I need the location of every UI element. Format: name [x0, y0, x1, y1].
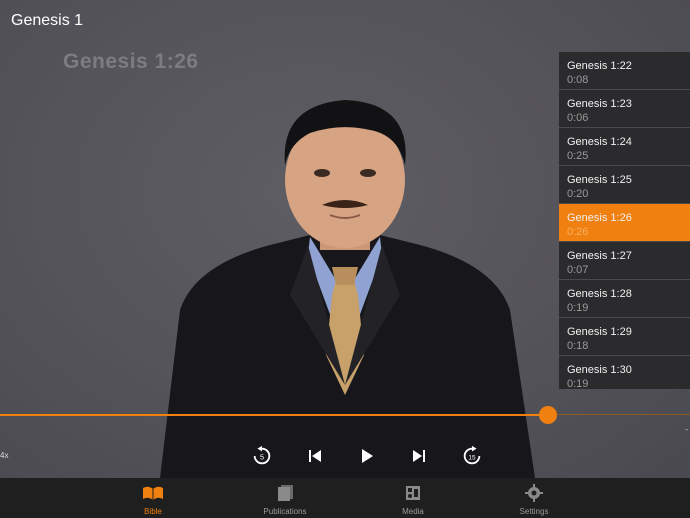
video-verse-caption: Genesis 1:26 — [63, 50, 199, 73]
progress-thumb[interactable] — [538, 406, 557, 424]
svg-text:5: 5 — [260, 453, 264, 462]
replay-5-icon: 5 — [253, 445, 271, 465]
verse-duration: 0:06 — [567, 112, 589, 124]
verse-name: Genesis 1:29 — [567, 326, 632, 338]
gear-icon — [525, 484, 543, 502]
verse-name: Genesis 1:24 — [567, 136, 632, 148]
media-library-icon — [406, 486, 420, 500]
play-button[interactable] — [353, 440, 381, 472]
verse-duration: 0:25 — [567, 150, 589, 162]
replay-5-button[interactable]: 5 — [248, 440, 276, 472]
verse-item[interactable]: Genesis 1:25 0:20 — [559, 166, 690, 204]
skip-next-icon — [413, 450, 425, 462]
verse-name: Genesis 1:28 — [567, 288, 632, 300]
verse-item[interactable]: Genesis 1:23 0:06 — [559, 90, 690, 128]
verse-name: Genesis 1:27 — [567, 250, 632, 262]
skip-previous-icon — [309, 450, 321, 462]
playback-controls: 5 15 — [0, 440, 690, 472]
video-player[interactable]: Genesis 1:26 Genesis 1 Genesis 1:22 0:08 G… — [0, 0, 690, 478]
verse-item[interactable]: Genesis 1:22 0:08 — [559, 52, 690, 90]
forward-15-button[interactable]: 15 — [458, 440, 486, 472]
verse-item[interactable]: Genesis 1:26 0:26 — [559, 204, 690, 242]
page-title: Genesis 1 — [11, 12, 84, 29]
play-icon — [362, 449, 373, 463]
verse-item[interactable]: Genesis 1:28 0:19 — [559, 280, 690, 318]
next-button[interactable] — [405, 440, 433, 472]
nav-label-publications: Publications — [263, 507, 307, 516]
nav-label-media: Media — [402, 507, 424, 516]
nav-label-bible: Bible — [144, 507, 162, 516]
verse-name: Genesis 1:25 — [567, 174, 632, 186]
bottom-navigation: Bible Publications Media Settings — [0, 478, 690, 518]
nav-label-settings: Settings — [519, 507, 549, 516]
top-bar: Genesis 1 — [0, 0, 690, 44]
verse-name: Genesis 1:30 — [567, 364, 632, 376]
verse-list[interactable]: Genesis 1:22 0:08 Genesis 1:23 0:06 Genesis … — [559, 52, 690, 389]
open-book-icon — [143, 486, 163, 500]
nav-publications[interactable]: Publications — [230, 478, 340, 518]
verse-duration: 0:19 — [567, 302, 589, 314]
speaker-figure — [160, 100, 535, 478]
progress-fill — [0, 414, 548, 416]
verse-name: Genesis 1:22 — [567, 60, 632, 72]
verse-duration: 0:19 — [567, 378, 589, 389]
forward-15-icon: 15 — [463, 445, 481, 465]
nav-bible[interactable]: Bible — [98, 478, 208, 518]
verse-name: Genesis 1:26 — [567, 212, 632, 224]
verse-duration: 0:18 — [567, 340, 589, 352]
svg-text:15: 15 — [468, 455, 476, 462]
nav-settings[interactable]: Settings — [479, 478, 589, 518]
verse-duration: 0:08 — [567, 74, 589, 86]
verse-item[interactable]: Genesis 1:24 0:25 — [559, 128, 690, 166]
stacked-pages-icon — [278, 485, 293, 501]
verse-name: Genesis 1:23 — [567, 98, 632, 110]
previous-button[interactable] — [301, 440, 329, 472]
verse-duration: 0:26 — [567, 226, 589, 238]
verse-item[interactable]: Genesis 1:29 0:18 — [559, 318, 690, 356]
verse-item[interactable]: Genesis 1:27 0:07 — [559, 242, 690, 280]
verse-duration: 0:20 — [567, 188, 589, 200]
verse-item[interactable]: Genesis 1:30 0:19 — [559, 356, 690, 389]
time-remaining: - — [685, 425, 688, 434]
verse-duration: 0:07 — [567, 264, 589, 276]
nav-media[interactable]: Media — [358, 478, 468, 518]
